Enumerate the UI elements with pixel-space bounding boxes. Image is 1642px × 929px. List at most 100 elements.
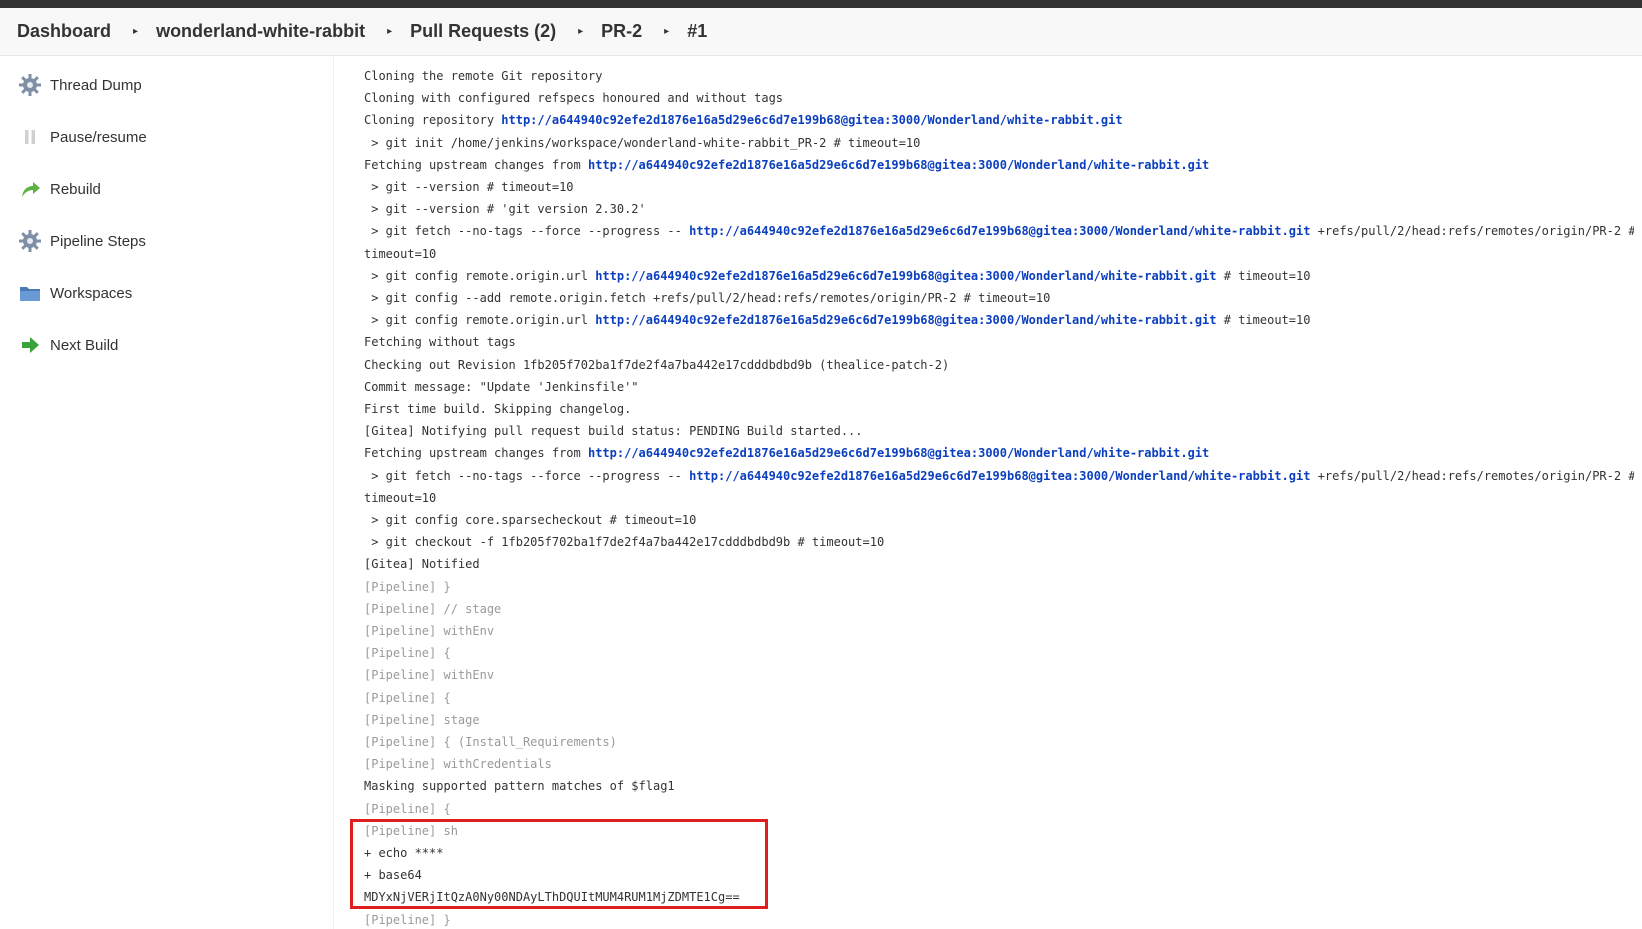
console-text: [Pipeline] { xyxy=(364,646,451,661)
console-text: > git config core.sparsecheckout # timeo… xyxy=(364,513,697,527)
console-line: [Pipeline] // stage xyxy=(364,598,501,620)
console-line: > git checkout -f 1fb205f702ba1f7de2f4a7… xyxy=(364,531,884,553)
console-text: [Pipeline] // stage xyxy=(364,601,502,616)
console-text: [Pipeline] } xyxy=(364,912,451,927)
console-text: [Pipeline] sh xyxy=(364,823,458,838)
console-line: > git fetch --no-tags --force --progress… xyxy=(364,220,1634,242)
breadcrumb-chevron-icon[interactable]: ▸ xyxy=(133,26,138,37)
console-line: Cloning repository http://a644940c92efe2… xyxy=(364,109,1123,131)
repository-link[interactable]: http://a644940c92efe2d1876e16a5d29e6c6d7… xyxy=(689,224,1310,238)
console-line: timeout=10 xyxy=(364,243,436,265)
pause-icon xyxy=(18,125,42,149)
sidebar-item-label: Pause/resume xyxy=(50,128,147,146)
repository-link[interactable]: http://a644940c92efe2d1876e16a5d29e6c6d7… xyxy=(689,469,1310,483)
gear-icon xyxy=(18,73,42,97)
console-text: [Pipeline] } xyxy=(364,579,451,594)
sidebar-item-label: Thread Dump xyxy=(50,76,142,94)
console-text: Fetching upstream changes from xyxy=(364,157,588,172)
sidebar-item-workspaces[interactable]: Workspaces xyxy=(18,278,132,308)
console-line: [Pipeline] { xyxy=(364,798,451,820)
repository-link[interactable]: http://a644940c92efe2d1876e16a5d29e6c6d7… xyxy=(595,269,1216,283)
repository-link[interactable]: http://a644940c92efe2d1876e16a5d29e6c6d7… xyxy=(588,446,1209,460)
console-text: > git config remote.origin.url xyxy=(364,313,596,328)
console-text: > git fetch --no-tags --force --progress… xyxy=(364,468,690,483)
breadcrumb-item[interactable]: Pull Requests (2) xyxy=(410,21,556,42)
green-arrow-icon xyxy=(18,333,42,357)
console-line: > git --version # timeout=10 xyxy=(364,176,574,198)
console-line: [Pipeline] } xyxy=(364,576,451,598)
console-line: [Pipeline] withEnv xyxy=(364,664,494,686)
repository-link[interactable]: http://a644940c92efe2d1876e16a5d29e6c6d7… xyxy=(501,113,1122,127)
breadcrumb-chevron-icon[interactable]: ▸ xyxy=(578,26,583,37)
repository-link[interactable]: http://a644940c92efe2d1876e16a5d29e6c6d7… xyxy=(588,158,1209,172)
console-line: Checking out Revision 1fb205f702ba1f7de2… xyxy=(364,354,949,376)
sidebar-item-label: Next Build xyxy=(50,336,119,354)
console-text: > git config remote.origin.url xyxy=(364,268,596,283)
console-text: Cloning the remote Git repository xyxy=(364,69,603,83)
console-text: > git checkout -f 1fb205f702ba1f7de2f4a7… xyxy=(364,535,885,550)
sidebar-item-rebuild[interactable]: Rebuild xyxy=(18,174,101,204)
console-text: > git --version # 'git version 2.30.2' xyxy=(364,202,646,217)
console-text: > git config --add remote.origin.fetch +… xyxy=(364,291,1051,305)
breadcrumb-item[interactable]: #1 xyxy=(687,21,707,42)
console-text: [Pipeline] withCredentials xyxy=(364,757,552,772)
breadcrumb: Dashboard ▸ wonderland-white-rabbit ▸ Pull R… xyxy=(0,8,1642,56)
breadcrumb-item[interactable]: wonderland-white-rabbit xyxy=(156,21,365,42)
rebuild-arrow-icon xyxy=(18,177,42,201)
console-line: [Pipeline] withEnv xyxy=(364,620,494,642)
console-line: Fetching upstream changes from http://a6… xyxy=(364,154,1209,176)
console-text: Fetching upstream changes from xyxy=(364,446,588,461)
console-text: Cloning with configured refspecs honoure… xyxy=(364,91,784,106)
console-line: Cloning with configured refspecs honoure… xyxy=(364,87,783,109)
breadcrumb-chevron-icon[interactable]: ▸ xyxy=(387,26,392,37)
console-line: [Pipeline] stage xyxy=(364,709,480,731)
console-line: > git config remote.origin.url http://a6… xyxy=(364,309,1310,331)
console-line: Masking supported pattern matches of $fl… xyxy=(364,775,675,797)
console-text: Fetching without tags xyxy=(364,335,516,350)
sidebar-item-thread-dump[interactable]: Thread Dump xyxy=(18,70,142,100)
console-line: Cloning the remote Git repository xyxy=(364,65,602,87)
sidebar-item-next-build[interactable]: Next Build xyxy=(18,330,118,360)
sidebar-item-pause-resume[interactable]: Pause/resume xyxy=(18,122,147,152)
breadcrumb-item[interactable]: PR-2 xyxy=(601,21,642,42)
console-line: [Pipeline] { xyxy=(364,642,451,664)
console-line: > git fetch --no-tags --force --progress… xyxy=(364,465,1634,487)
console-text: timeout=10 xyxy=(364,490,437,505)
sidebar-item-pipeline-steps[interactable]: Pipeline Steps xyxy=(18,226,146,256)
console-text: [Pipeline] withEnv xyxy=(364,624,495,638)
console-text: First time build. Skipping changelog. xyxy=(364,402,632,416)
console-line-cutoff: - - - - xyxy=(364,56,429,64)
console-line: MDYxNjVERjItQzA0Ny00NDAyLThDQUItMUM4RUM1… xyxy=(364,886,740,908)
repository-link[interactable]: http://a644940c92efe2d1876e16a5d29e6c6d7… xyxy=(595,313,1216,327)
console-line: Fetching without tags xyxy=(364,331,516,353)
console-line: Commit message: "Update 'Jenkinsfile'" xyxy=(364,376,639,398)
console-text: Checking out Revision 1fb205f702ba1f7de2… xyxy=(364,357,950,372)
console-text: Cloning repository xyxy=(364,113,502,128)
folder-icon xyxy=(18,281,42,305)
top-header-bar xyxy=(0,0,1642,8)
console-text: [Pipeline] { xyxy=(364,690,451,705)
console-text: [Pipeline] stage xyxy=(364,712,480,727)
console-line: [Pipeline] } xyxy=(364,909,451,929)
breadcrumb-chevron-icon[interactable]: ▸ xyxy=(664,26,669,37)
console-text: # timeout=10 xyxy=(1216,268,1311,283)
console-text: +refs/pull/2/head:refs/remotes/origin/PR… xyxy=(1310,468,1634,483)
console-output: - - - - Cloning the remote Git repositor… xyxy=(364,56,1634,929)
console-text: > git --version # timeout=10 xyxy=(364,180,574,194)
console-line: [Pipeline] { xyxy=(364,687,451,709)
console-line: Fetching upstream changes from http://a6… xyxy=(364,442,1209,464)
console-text: [Pipeline] withEnv xyxy=(364,668,495,683)
console-text: > git fetch --no-tags --force --progress… xyxy=(364,224,690,239)
console-line: timeout=10 xyxy=(364,487,436,509)
console-line: > git config --add remote.origin.fetch +… xyxy=(364,287,1050,309)
breadcrumb-item[interactable]: Dashboard xyxy=(17,21,111,42)
console-line: [Pipeline] withCredentials xyxy=(364,753,552,775)
console-text: [Pipeline] { (Install_Requirements) xyxy=(364,735,617,749)
console-text: [Gitea] Notified xyxy=(364,557,480,572)
console-line: > git --version # 'git version 2.30.2' xyxy=(364,198,646,220)
sidebar-item-label: Rebuild xyxy=(50,180,101,198)
console-text: [Pipeline] { xyxy=(364,801,451,816)
console-text: timeout=10 xyxy=(364,246,437,261)
sidebar-tasks: Thread Dump Pause/resume Rebuild Pipeline S… xyxy=(0,56,334,929)
sidebar-item-label: Workspaces xyxy=(50,284,133,302)
